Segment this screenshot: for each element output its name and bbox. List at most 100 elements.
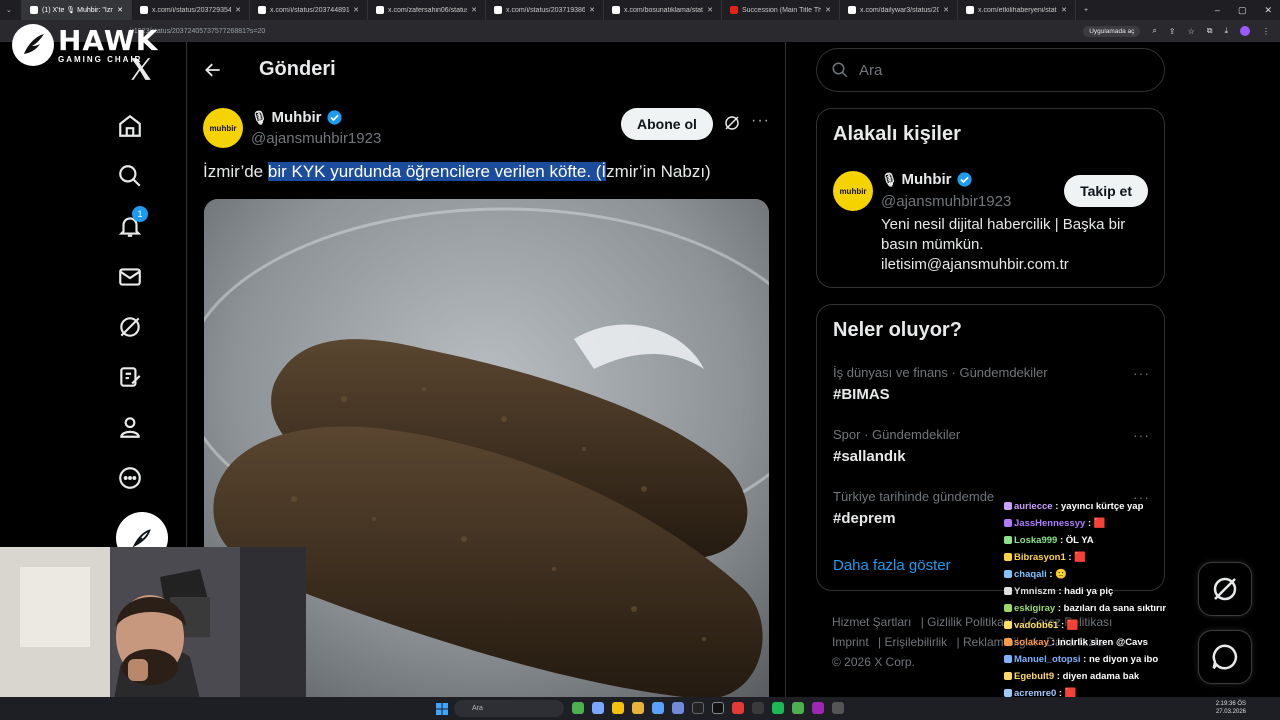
taskbar-clock[interactable]: 2:19:36 ÖS 27.03.2026 <box>1216 700 1246 716</box>
tab-close-icon[interactable]: ✕ <box>585 6 595 14</box>
download-icon[interactable]: ⤓ <box>1224 26 1228 36</box>
chat-username[interactable]: Bibrasyon1 <box>1014 552 1066 563</box>
browser-tab[interactable]: x.com/etkilihaberyeni/status/20✕ <box>958 0 1076 20</box>
browser-tab[interactable]: x.com/i/status/2037448914801✕ <box>250 0 368 20</box>
related-name-row[interactable]: 🎙 Muhbir <box>881 171 973 188</box>
maximize-icon[interactable]: ▢ <box>1238 5 1247 16</box>
trend-more-icon[interactable]: ··· <box>1133 365 1150 381</box>
extensions-icon[interactable]: ⧉ <box>1207 26 1213 36</box>
author-name[interactable]: Muhbir <box>272 109 322 126</box>
profile-avatar[interactable] <box>1240 26 1250 36</box>
browser-tab[interactable]: Succession (Main Title Theme)✕ <box>722 0 840 20</box>
tab-close-icon[interactable]: ✕ <box>821 6 831 14</box>
home-icon[interactable] <box>114 110 146 142</box>
messages-float-button[interactable] <box>1198 630 1252 684</box>
file-explorer-icon[interactable] <box>632 702 644 714</box>
footer-link[interactable]: Gizlilik Politikası <box>927 615 1013 629</box>
taskbar-app-icon[interactable] <box>592 702 604 714</box>
trend-item[interactable]: İş dünyası ve finans · Gündemdekiler #BI… <box>833 365 1150 403</box>
new-tab-button[interactable]: + <box>1076 0 1098 20</box>
tab-close-icon[interactable]: ✕ <box>467 6 477 14</box>
taskbar-app-icon[interactable] <box>752 702 764 714</box>
menu-icon[interactable]: ⋮ <box>1262 27 1270 36</box>
trend-more-icon[interactable]: ··· <box>1133 427 1150 443</box>
footer-link[interactable]: Hizmet Şartları <box>832 615 911 629</box>
chat-username[interactable]: chaqali <box>1014 569 1047 580</box>
taskbar-app-icon[interactable] <box>812 702 824 714</box>
chat-username[interactable]: solakay <box>1014 637 1049 648</box>
profile-person-icon[interactable] <box>114 411 146 443</box>
tab-list-button[interactable]: ⌄ <box>0 0 22 20</box>
subscribe-button[interactable]: Abone ol <box>621 108 713 140</box>
search-input[interactable]: Ara <box>816 48 1165 92</box>
grok-icon[interactable] <box>114 311 146 343</box>
chat-username[interactable]: vadobb61 <box>1014 620 1058 631</box>
chat-username[interactable]: eskigiray <box>1014 603 1055 614</box>
chat-message: eskigiray : bazıları da sana sıktırır <box>1004 600 1174 617</box>
footer-link[interactable]: Imprint <box>832 635 869 649</box>
chat-badge-icon <box>1004 519 1012 528</box>
tab-close-icon[interactable]: ✕ <box>1057 6 1067 14</box>
tab-close-icon[interactable]: ✕ <box>231 6 241 14</box>
taskbar-app-icon[interactable] <box>832 702 844 714</box>
footer-link[interactable]: Erişilebilirlik <box>884 635 947 649</box>
trend-tag[interactable]: #sallandık <box>833 448 1150 465</box>
browser-tab[interactable]: x.com/i/status/20371938684S✕ <box>486 0 604 20</box>
author-name-row[interactable]: 🎙 Muhbir <box>251 109 343 126</box>
drafts-edit-icon[interactable] <box>114 361 146 393</box>
taskbar-app-icon[interactable] <box>792 702 804 714</box>
chrome-icon[interactable] <box>612 702 624 714</box>
author-handle[interactable]: @ajansmuhbir1923 <box>251 130 381 147</box>
chat-username[interactable]: Ymniszm <box>1014 586 1056 597</box>
tab-close-icon[interactable]: ✕ <box>703 6 713 14</box>
browser-tab[interactable]: x.com/bosunatiklama/status/20✕ <box>604 0 722 20</box>
bookmark-star-icon[interactable]: ☆ <box>1188 27 1195 36</box>
taskbar-app-icon[interactable] <box>572 702 584 714</box>
browser-tab[interactable]: x.com/dailywar3/status/20374✕ <box>840 0 958 20</box>
related-avatar[interactable]: muhbir <box>833 171 873 211</box>
chat-text: 🟥 <box>1074 552 1087 563</box>
grok-explain-icon[interactable] <box>723 114 741 137</box>
chat-message: JassHennessyy : 🟥 <box>1004 515 1174 532</box>
zoom-icon[interactable]: ⌕ <box>1152 26 1156 36</box>
tab-favicon-icon <box>30 6 38 14</box>
chat-username[interactable]: Egebult9 <box>1014 671 1054 682</box>
back-arrow-icon[interactable] <box>203 60 223 85</box>
taskbar-search[interactable]: Ara <box>454 700 564 717</box>
related-name[interactable]: Muhbir <box>902 171 952 188</box>
follow-button[interactable]: Takip et <box>1064 175 1148 207</box>
address-bar[interactable]: ir1923/status/2037240573757726881?s=20 U… <box>0 20 1280 42</box>
grok-float-button[interactable] <box>1198 562 1252 616</box>
chat-username[interactable]: Manuel_otopsi <box>1014 654 1081 665</box>
taskbar-app-icon[interactable] <box>692 702 704 714</box>
author-avatar[interactable]: muhbir <box>203 108 243 148</box>
minimize-icon[interactable]: – <box>1215 5 1220 15</box>
taskbar-app-icon[interactable] <box>712 702 724 714</box>
more-options-icon[interactable]: ··· <box>751 112 770 130</box>
open-in-app-pill[interactable]: Uygulamada aç <box>1083 25 1141 37</box>
chat-username[interactable]: JassHennessyy <box>1014 518 1085 529</box>
trend-tag[interactable]: #BIMAS <box>833 386 1150 403</box>
show-more-link[interactable]: Daha fazla göster <box>833 557 951 574</box>
browser-tab[interactable]: (1) X'te 🎙 Muhbir: "İzmir'de b✕ <box>22 0 132 20</box>
taskbar-app-icon[interactable] <box>732 702 744 714</box>
notifications-bell-icon[interactable]: 1 <box>114 206 148 242</box>
taskbar-app-icon[interactable] <box>652 702 664 714</box>
browser-tab[interactable]: x.com/zafersahin06/status/203✕ <box>368 0 486 20</box>
tab-close-icon[interactable]: ✕ <box>939 6 949 14</box>
chat-username[interactable]: Loska999 <box>1014 535 1057 546</box>
tab-close-icon[interactable]: ✕ <box>349 6 359 14</box>
close-icon[interactable]: ✕ <box>1264 5 1272 16</box>
tab-close-icon[interactable]: ✕ <box>113 6 123 14</box>
windows-start-icon[interactable] <box>436 702 448 720</box>
share-icon[interactable]: ⇪ <box>1169 27 1176 36</box>
spotify-icon[interactable] <box>772 702 784 714</box>
chat-username[interactable]: auriecce <box>1014 501 1053 512</box>
trend-item[interactable]: Spor · Gündemdekiler #sallandık ··· <box>833 427 1150 465</box>
discord-icon[interactable] <box>672 702 684 714</box>
explore-search-icon[interactable] <box>114 160 146 192</box>
related-handle[interactable]: @ajansmuhbir1923 <box>881 193 1011 210</box>
browser-tab[interactable]: x.com/i/status/2037293549759✕ <box>132 0 250 20</box>
messages-envelope-icon[interactable] <box>114 261 146 293</box>
more-circle-icon[interactable] <box>114 462 146 494</box>
